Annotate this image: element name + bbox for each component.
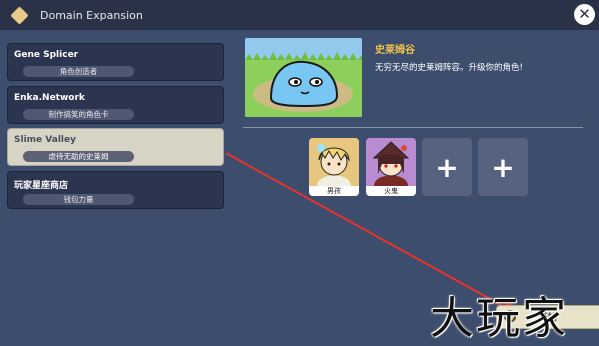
character-portrait-icon <box>366 138 416 186</box>
slime-valley-preview-image <box>245 38 362 117</box>
card-subtitle: 制作搞笑的角色卡 <box>23 109 134 120</box>
domain-diamond-icon <box>10 5 29 25</box>
card-name: Slime Valley <box>14 135 76 145</box>
section-divider <box>243 127 583 128</box>
empty-party-slot-1[interactable]: + <box>422 138 472 196</box>
card-subtitle: 虐待无助的史莱姆 <box>23 151 134 162</box>
character-portrait-icon <box>309 138 359 186</box>
party-slot-1[interactable]: 男孩 <box>309 138 359 196</box>
card-name: Enka.Network <box>14 93 85 103</box>
plus-icon: + <box>491 150 515 184</box>
plus-icon: + <box>435 150 459 184</box>
card-name: Gene Splicer <box>14 50 79 60</box>
window-title: Domain Expansion <box>40 8 143 22</box>
party-slot-name: 男孩 <box>309 186 359 196</box>
domain-card-slime-valley[interactable]: Slime Valley 虐待无助的史莱姆 <box>7 128 224 166</box>
close-icon: ✕ <box>578 5 591 23</box>
card-subtitle: 角色创造者 <box>23 66 134 77</box>
party-slot-name: 火鬼 <box>366 186 416 196</box>
detail-title: 史莱姆谷 <box>375 45 415 56</box>
card-subtitle: 钱包力量 <box>23 194 134 205</box>
party-slot-2[interactable]: 火鬼 <box>366 138 416 196</box>
title-bar: Domain Expansion <box>0 0 599 30</box>
detail-description: 无穷无尽的史莱姆阵容。升级你的角色! <box>375 63 523 73</box>
close-button[interactable]: ✕ <box>574 4 595 25</box>
watermark: 大玩家 <box>430 293 568 344</box>
domain-card-enka-network[interactable]: Enka.Network 制作搞笑的角色卡 <box>7 86 224 124</box>
domain-card-star-shop[interactable]: 玩家星座商店 钱包力量 <box>7 171 224 209</box>
card-name: 玩家星座商店 <box>14 181 69 191</box>
domain-card-gene-splicer[interactable]: Gene Splicer 角色创造者 <box>7 43 224 81</box>
empty-party-slot-2[interactable]: + <box>478 138 528 196</box>
